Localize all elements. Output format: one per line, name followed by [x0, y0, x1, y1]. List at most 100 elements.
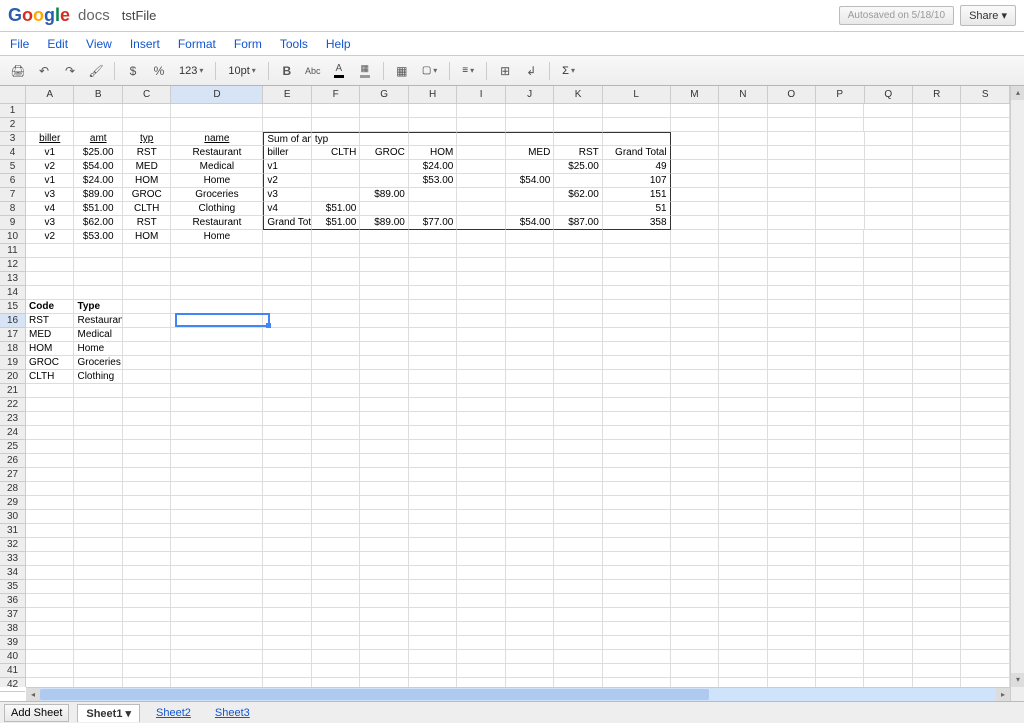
- cell-N16[interactable]: [719, 314, 767, 328]
- cell-R23[interactable]: [913, 412, 961, 426]
- cell-F33[interactable]: [312, 552, 360, 566]
- cell-D35[interactable]: [171, 580, 263, 594]
- cell-L15[interactable]: [603, 300, 671, 314]
- cell-P9[interactable]: [816, 216, 864, 230]
- cell-S33[interactable]: [961, 552, 1009, 566]
- cell-Q24[interactable]: [864, 426, 912, 440]
- cell-B21[interactable]: [74, 384, 122, 398]
- cell-Q2[interactable]: [864, 118, 912, 132]
- cell-M17[interactable]: [671, 328, 719, 342]
- col-header-S[interactable]: S: [961, 86, 1009, 103]
- cell-E37[interactable]: [263, 608, 311, 622]
- cell-E31[interactable]: [263, 524, 311, 538]
- cell-J7[interactable]: [506, 188, 554, 202]
- row-header-7[interactable]: 7: [0, 188, 25, 202]
- cell-K16[interactable]: [554, 314, 602, 328]
- menu-format[interactable]: Format: [178, 37, 216, 51]
- cell-O12[interactable]: [768, 258, 816, 272]
- cell-H28[interactable]: [409, 482, 457, 496]
- cell-A4[interactable]: v1: [26, 146, 74, 160]
- cell-S37[interactable]: [961, 608, 1009, 622]
- cell-H13[interactable]: [409, 272, 457, 286]
- cell-C36[interactable]: [123, 594, 171, 608]
- cell-S5[interactable]: [961, 160, 1009, 174]
- cell-E26[interactable]: [263, 454, 311, 468]
- row-header-36[interactable]: 36: [0, 594, 25, 608]
- cell-M13[interactable]: [671, 272, 719, 286]
- cell-I17[interactable]: [457, 328, 505, 342]
- cell-L5[interactable]: 49: [603, 160, 671, 174]
- cell-S30[interactable]: [961, 510, 1009, 524]
- cell-C21[interactable]: [123, 384, 171, 398]
- cell-D36[interactable]: [171, 594, 263, 608]
- sheet-tab-1[interactable]: Sheet1 ▾: [77, 704, 140, 722]
- cell-H3[interactable]: [409, 132, 457, 146]
- menu-file[interactable]: File: [10, 37, 29, 51]
- cell-O27[interactable]: [768, 468, 816, 482]
- cell-H1[interactable]: [409, 104, 457, 118]
- row-header-10[interactable]: 10: [0, 230, 25, 244]
- cell-B29[interactable]: [74, 496, 122, 510]
- cell-Q12[interactable]: [864, 258, 912, 272]
- cell-N23[interactable]: [719, 412, 767, 426]
- cell-G10[interactable]: [360, 230, 408, 244]
- cell-J19[interactable]: [506, 356, 554, 370]
- cell-D21[interactable]: [171, 384, 263, 398]
- cell-L19[interactable]: [603, 356, 671, 370]
- cell-C7[interactable]: GROC: [123, 188, 171, 202]
- cell-S25[interactable]: [961, 440, 1009, 454]
- col-header-P[interactable]: P: [816, 86, 864, 103]
- cell-B30[interactable]: [74, 510, 122, 524]
- cell-F39[interactable]: [312, 636, 360, 650]
- cell-S32[interactable]: [961, 538, 1009, 552]
- cell-R36[interactable]: [913, 594, 961, 608]
- cell-G21[interactable]: [360, 384, 408, 398]
- cell-O15[interactable]: [768, 300, 816, 314]
- cells-area[interactable]: billeramttypnameSum of amttypv1$25.00RST…: [26, 104, 1010, 687]
- cell-H2[interactable]: [409, 118, 457, 132]
- cell-J13[interactable]: [506, 272, 554, 286]
- cell-N29[interactable]: [719, 496, 767, 510]
- cell-M38[interactable]: [671, 622, 719, 636]
- cell-D26[interactable]: [171, 454, 263, 468]
- col-header-J[interactable]: J: [506, 86, 554, 103]
- cell-N28[interactable]: [719, 482, 767, 496]
- cell-Q30[interactable]: [864, 510, 912, 524]
- cell-B20[interactable]: Clothing: [74, 370, 122, 384]
- cell-J33[interactable]: [506, 552, 554, 566]
- row-header-4[interactable]: 4: [0, 146, 25, 160]
- cell-C42[interactable]: [123, 678, 171, 687]
- cell-F1[interactable]: [312, 104, 360, 118]
- cell-K27[interactable]: [554, 468, 602, 482]
- cell-Q18[interactable]: [864, 342, 912, 356]
- col-header-B[interactable]: B: [74, 86, 122, 103]
- cell-P41[interactable]: [816, 664, 864, 678]
- cell-O10[interactable]: [768, 230, 816, 244]
- cell-H27[interactable]: [409, 468, 457, 482]
- cell-O28[interactable]: [768, 482, 816, 496]
- cell-O22[interactable]: [768, 398, 816, 412]
- cell-F16[interactable]: [312, 314, 360, 328]
- cell-Q6[interactable]: [865, 174, 913, 188]
- cell-H17[interactable]: [409, 328, 457, 342]
- cell-K13[interactable]: [554, 272, 602, 286]
- cell-B14[interactable]: [74, 286, 122, 300]
- cell-D17[interactable]: [171, 328, 263, 342]
- cell-S9[interactable]: [961, 216, 1009, 230]
- cell-I11[interactable]: [457, 244, 505, 258]
- cell-D9[interactable]: Restaurant: [171, 216, 263, 230]
- row-header-9[interactable]: 9: [0, 216, 25, 230]
- cell-R42[interactable]: [913, 678, 961, 687]
- cell-F25[interactable]: [312, 440, 360, 454]
- cell-R39[interactable]: [913, 636, 961, 650]
- cell-E30[interactable]: [263, 510, 311, 524]
- cell-A32[interactable]: [26, 538, 74, 552]
- cell-Q19[interactable]: [864, 356, 912, 370]
- cell-K26[interactable]: [554, 454, 602, 468]
- cell-A35[interactable]: [26, 580, 74, 594]
- cell-I19[interactable]: [457, 356, 505, 370]
- cell-F6[interactable]: [312, 174, 360, 188]
- cell-O2[interactable]: [768, 118, 816, 132]
- cell-B9[interactable]: $62.00: [74, 216, 122, 230]
- cell-H9[interactable]: $77.00: [409, 216, 457, 230]
